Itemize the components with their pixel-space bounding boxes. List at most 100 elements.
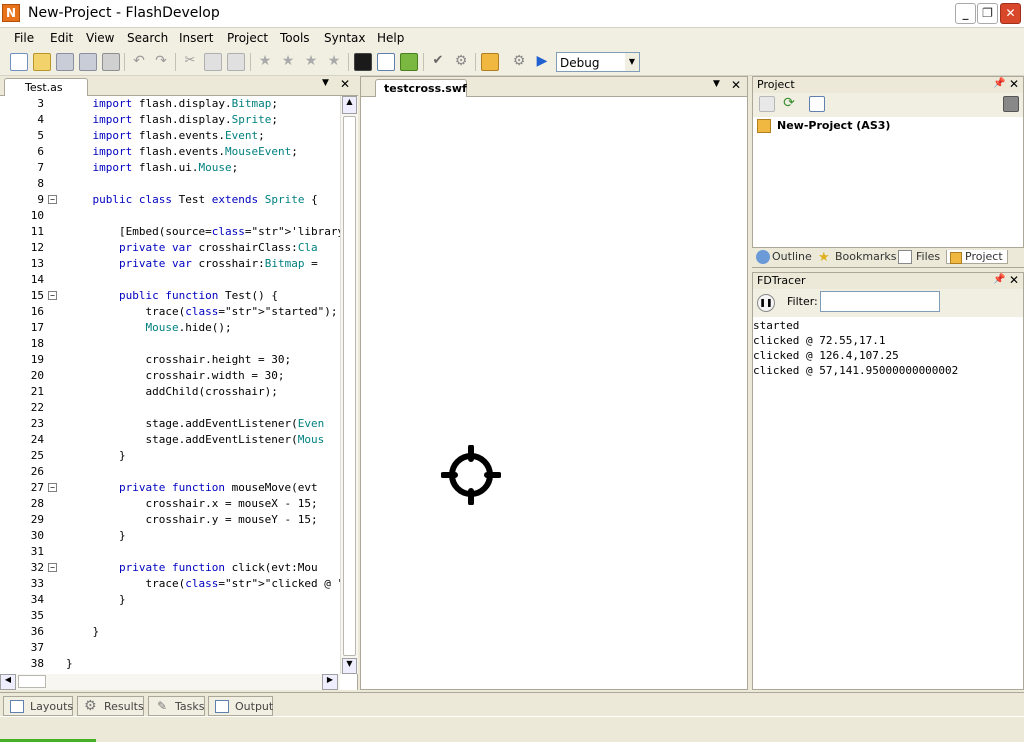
code-line[interactable]: 5 import flash.events.Event;	[0, 128, 340, 144]
code-line[interactable]: 14	[0, 272, 340, 288]
redo-icon[interactable]: ↷	[152, 53, 170, 71]
bookmark-prev-icon[interactable]: ★	[302, 53, 320, 71]
code-line[interactable]: 6 import flash.events.MouseEvent;	[0, 144, 340, 160]
close-button[interactable]: ✕	[1000, 3, 1021, 24]
scroll-right-icon[interactable]: ▶	[322, 674, 338, 690]
code-line[interactable]: 38}	[0, 656, 340, 672]
code-line[interactable]: 24 stage.addEventListener(Mous	[0, 432, 340, 448]
maximize-button[interactable]: ❐	[977, 3, 998, 24]
code-line[interactable]: 10	[0, 208, 340, 224]
code-line[interactable]: 29 crosshair.y = mouseY - 15;	[0, 512, 340, 528]
menu-insert[interactable]: Insert	[179, 31, 213, 45]
menu-file[interactable]: File	[14, 31, 34, 45]
tab-tasks[interactable]: ✎ Tasks	[148, 696, 205, 716]
code-line[interactable]: 15− public function Test() {	[0, 288, 340, 304]
fold-toggle-icon[interactable]: −	[48, 291, 57, 300]
open-folder-icon[interactable]	[33, 53, 51, 71]
menu-help[interactable]: Help	[377, 31, 404, 45]
code-line[interactable]: 27− private function mouseMove(evt	[0, 480, 340, 496]
fold-toggle-icon[interactable]: −	[48, 483, 57, 492]
code-line[interactable]: 25 }	[0, 448, 340, 464]
code-line[interactable]: 33 trace(class="str">"clicked @ " + evt.…	[0, 576, 340, 592]
code-line[interactable]: 34 }	[0, 592, 340, 608]
build-project-icon[interactable]	[481, 53, 499, 71]
fold-toggle-icon[interactable]: −	[48, 563, 57, 572]
code-line[interactable]: 35	[0, 608, 340, 624]
editor-horizontal-scrollbar[interactable]: ◀ ▶	[0, 674, 340, 690]
pin-icon[interactable]: 📌	[993, 78, 1005, 89]
find-icon[interactable]	[1003, 96, 1019, 112]
tab-testcross-swf[interactable]: testcross.swf	[375, 79, 467, 97]
code-line[interactable]: 36 }	[0, 624, 340, 640]
save-icon[interactable]	[56, 53, 74, 71]
menu-edit[interactable]: Edit	[50, 31, 73, 45]
pin-icon[interactable]: 📌	[993, 274, 1005, 285]
menu-tools[interactable]: Tools	[280, 31, 310, 45]
close-tab-icon[interactable]: ✕	[340, 77, 350, 91]
build-config-select[interactable]: Debug ▼	[556, 52, 640, 72]
code-line[interactable]: 32− private function click(evt:Mou	[0, 560, 340, 576]
code-line[interactable]: 18	[0, 336, 340, 352]
close-tab-icon[interactable]: ✕	[731, 78, 741, 92]
scroll-left-icon[interactable]: ◀	[0, 674, 16, 690]
code-line[interactable]: 20 crosshair.width = 30;	[0, 368, 340, 384]
pause-icon[interactable]: ❚❚	[757, 294, 775, 312]
menu-search[interactable]: Search	[127, 31, 168, 45]
code-line[interactable]: 22	[0, 400, 340, 416]
layout-icon[interactable]	[377, 53, 395, 71]
plugin-icon[interactable]	[400, 53, 418, 71]
tab-test-as[interactable]: Test.as	[4, 78, 88, 96]
tab-list-icon[interactable]: ▼	[713, 79, 720, 89]
menu-syntax[interactable]: Syntax	[324, 31, 365, 45]
code-line[interactable]: 3 import flash.display.Bitmap;	[0, 96, 340, 112]
code-line[interactable]: 8	[0, 176, 340, 192]
code-line[interactable]: 13 private var crosshair:Bitmap =	[0, 256, 340, 272]
code-line[interactable]: 7 import flash.ui.Mouse;	[0, 160, 340, 176]
code-line[interactable]: 16 trace(class="str">"started");	[0, 304, 340, 320]
menu-view[interactable]: View	[86, 31, 114, 45]
cut-icon[interactable]: ✂	[181, 53, 199, 71]
menu-project[interactable]: Project	[227, 31, 268, 45]
code-line[interactable]: 17 Mouse.hide();	[0, 320, 340, 336]
scroll-thumb[interactable]	[343, 116, 356, 656]
print-icon[interactable]	[102, 53, 120, 71]
code-line[interactable]: 12 private var crosshairClass:Cla	[0, 240, 340, 256]
test-movie-icon[interactable]: ▶	[533, 53, 551, 71]
tab-project[interactable]: Project	[946, 250, 1008, 264]
code-line[interactable]: 21 addChild(crosshair);	[0, 384, 340, 400]
tab-files[interactable]: Files	[916, 250, 940, 263]
command-prompt-icon[interactable]	[354, 53, 372, 71]
code-area[interactable]: 3 import flash.display.Bitmap; 4 import f…	[0, 96, 340, 674]
code-line[interactable]: 9− public class Test extends Sprite {	[0, 192, 340, 208]
code-line[interactable]: 31	[0, 544, 340, 560]
code-line[interactable]: 26	[0, 464, 340, 480]
fold-toggle-icon[interactable]: −	[48, 195, 57, 204]
bookmark-next-icon[interactable]: ★	[279, 53, 297, 71]
new-file-icon[interactable]	[10, 53, 28, 71]
minimize-button[interactable]: _	[955, 3, 976, 24]
tab-bookmarks[interactable]: Bookmarks	[835, 250, 896, 263]
refresh-icon[interactable]: ⟳	[781, 96, 797, 112]
close-panel-icon[interactable]: ✕	[1009, 273, 1019, 287]
copy-icon[interactable]	[204, 53, 222, 71]
code-line[interactable]: 30 }	[0, 528, 340, 544]
project-settings-icon[interactable]: ⚙	[510, 53, 528, 71]
tab-layouts[interactable]: Layouts	[3, 696, 73, 716]
code-line[interactable]: 19 crosshair.height = 30;	[0, 352, 340, 368]
check-syntax-icon[interactable]: ✔	[429, 53, 447, 71]
tab-results[interactable]: ⚙ Results	[77, 696, 144, 716]
filter-input[interactable]	[820, 291, 940, 312]
scroll-up-icon[interactable]: ▲	[342, 96, 357, 114]
h-scroll-thumb[interactable]	[18, 675, 46, 688]
tab-list-icon[interactable]: ▼	[322, 78, 329, 88]
code-line[interactable]: 4 import flash.display.Sprite;	[0, 112, 340, 128]
code-line[interactable]: 23 stage.addEventListener(Even	[0, 416, 340, 432]
undo-icon[interactable]: ↶	[130, 53, 148, 71]
close-panel-icon[interactable]: ✕	[1009, 77, 1019, 91]
bookmark-clear-icon[interactable]: ★	[325, 53, 343, 71]
code-line[interactable]: 28 crosshair.x = mouseX - 15;	[0, 496, 340, 512]
code-line[interactable]: 11 [Embed(source=class="str">'library/cr…	[0, 224, 340, 240]
bookmark-icon[interactable]: ★	[256, 53, 274, 71]
paste-icon[interactable]	[227, 53, 245, 71]
code-line[interactable]: 37	[0, 640, 340, 656]
